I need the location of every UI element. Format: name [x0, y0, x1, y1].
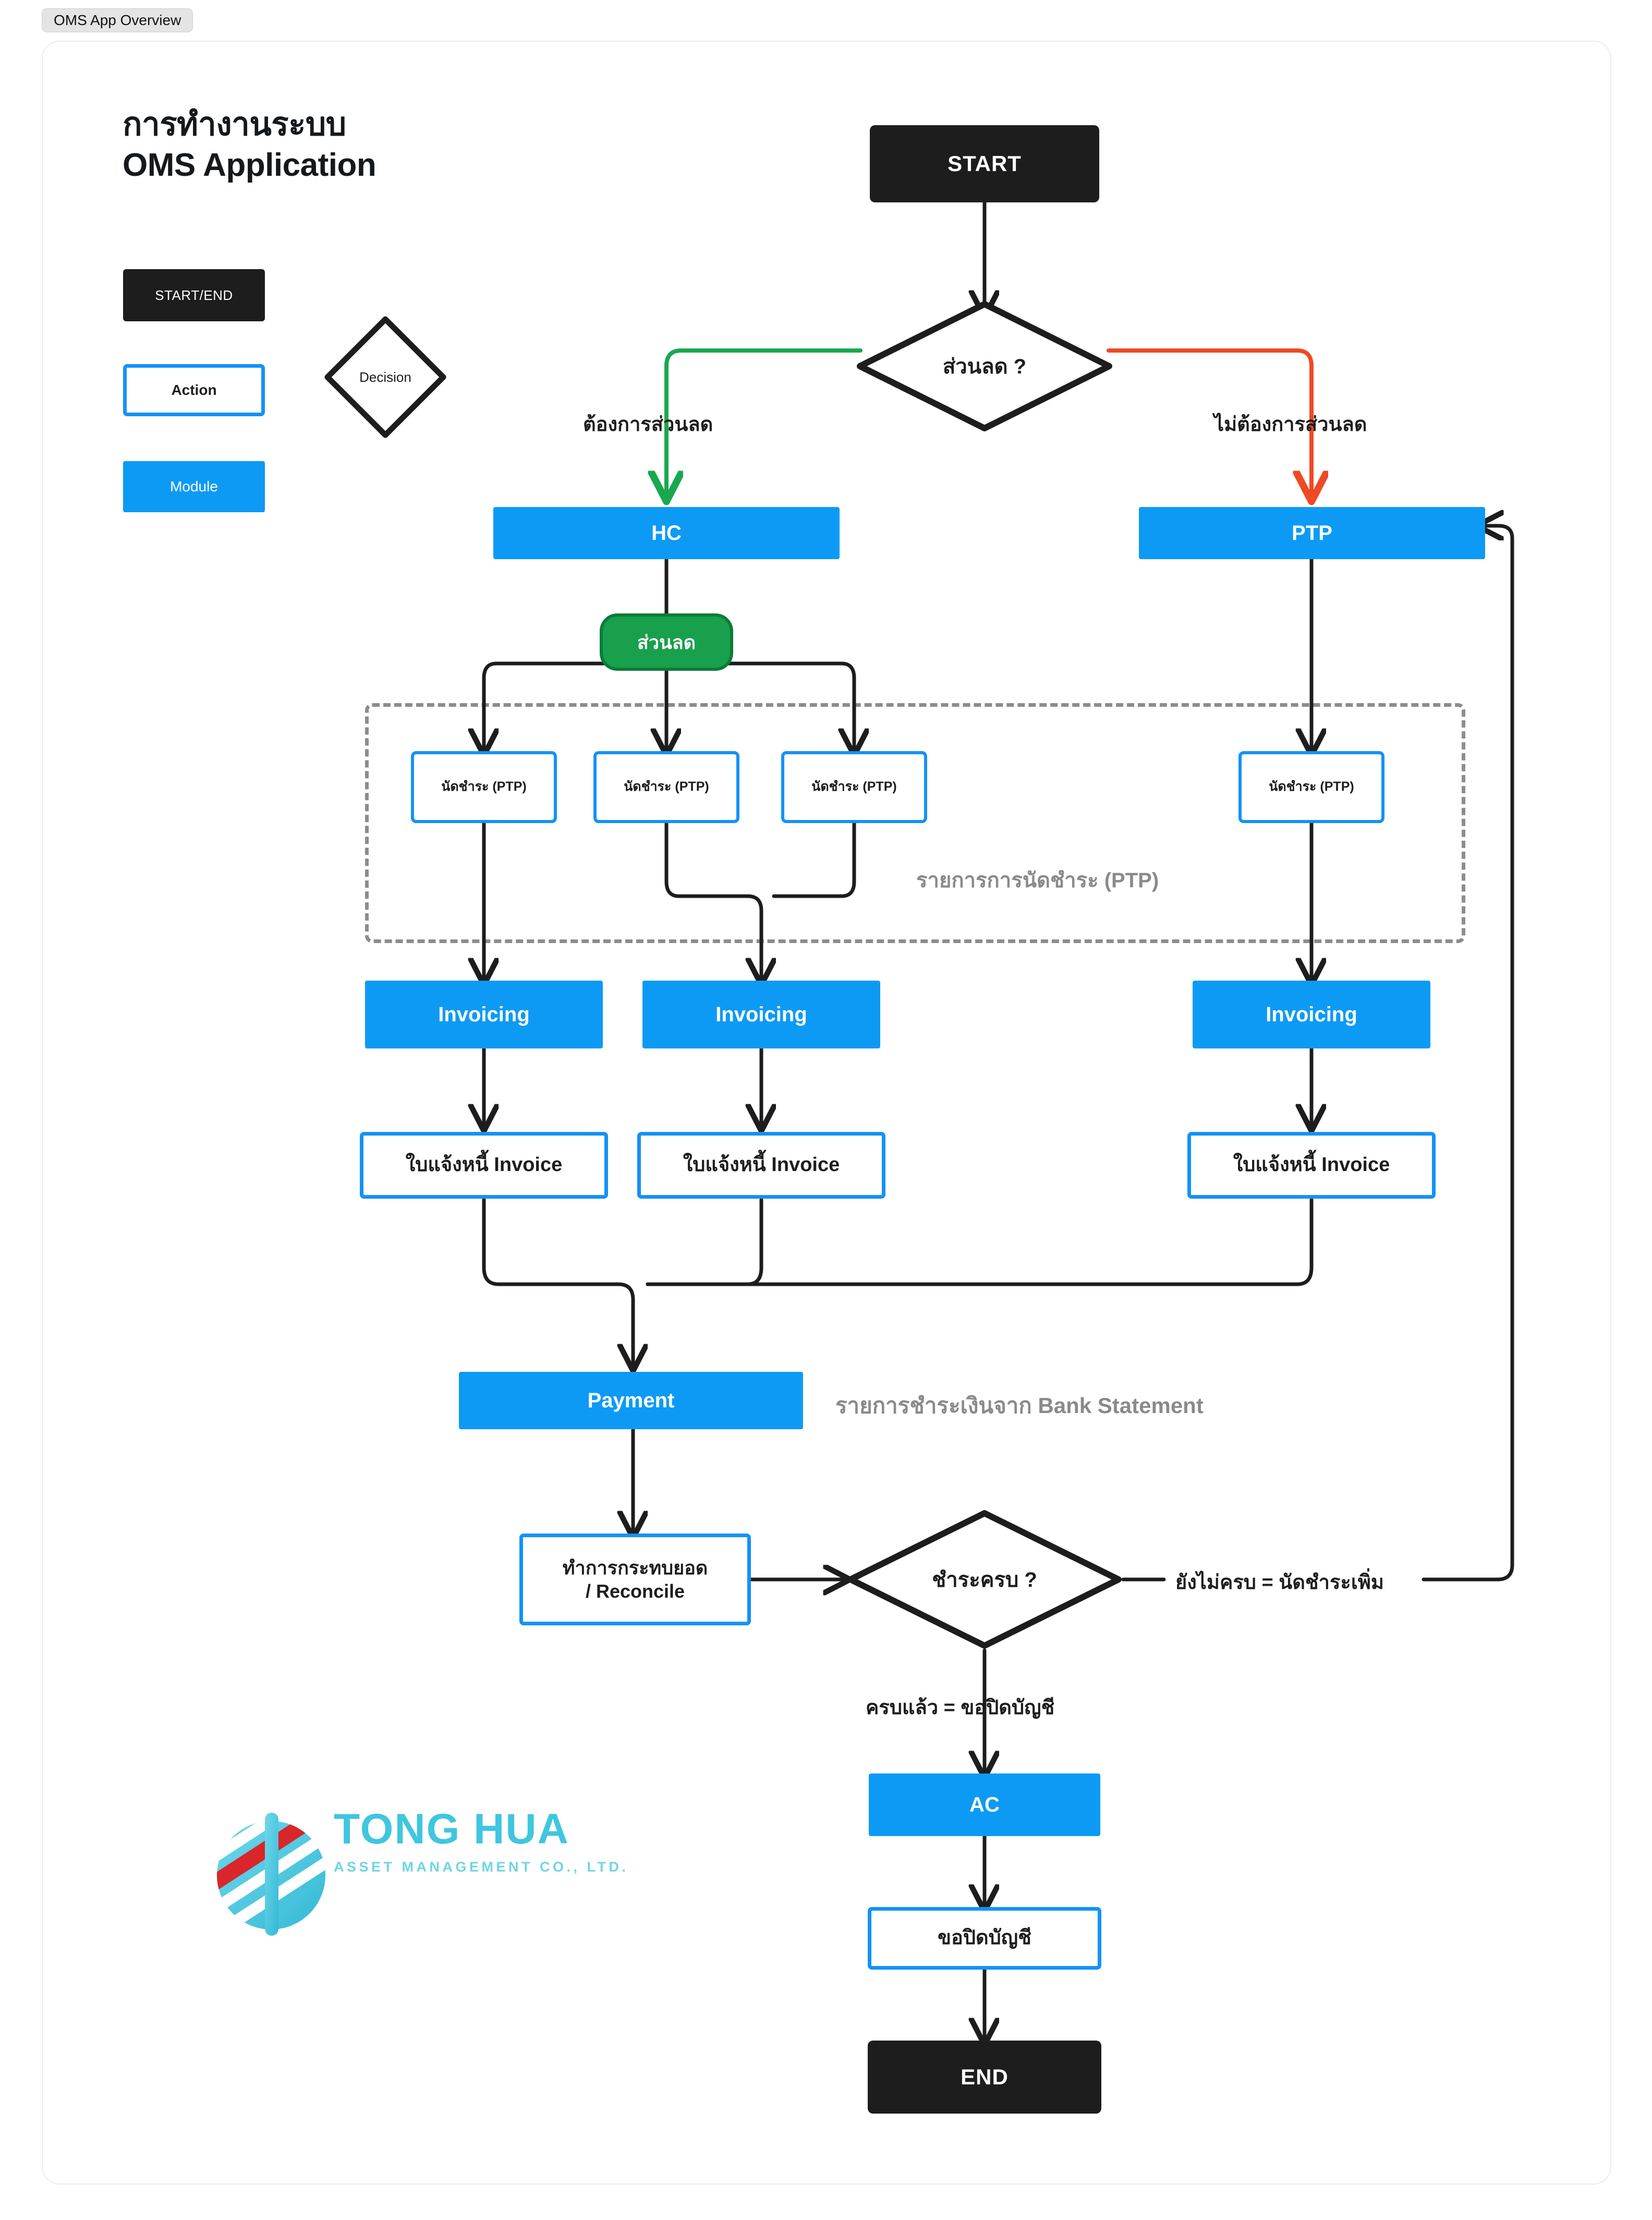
edge-label-no-discount: ไม่ต้องการส่วนลด — [1214, 414, 1367, 436]
node-module-invoicing-3-label: Invoicing — [1266, 1003, 1357, 1026]
company-name: TONG HUA — [334, 1805, 569, 1853]
node-reconcile[interactable]: ทำการกระทบยอด / Reconcile — [519, 1534, 751, 1625]
page-title-line2: OMS Application — [123, 147, 376, 183]
node-start[interactable]: START — [870, 125, 1099, 202]
node-start-label: START — [948, 151, 1022, 176]
node-end[interactable]: END — [868, 2041, 1101, 2114]
ptp-list-group-label: รายการการนัดชำระ (PTP) — [916, 869, 1159, 892]
edge-label-want-discount: ต้องการส่วนลด — [583, 414, 713, 436]
node-ptp-item-2[interactable]: นัดชำระ (PTP) — [593, 751, 739, 823]
node-ptp-item-4-label: นัดชำระ (PTP) — [1269, 779, 1354, 794]
node-discount-pill-label: ส่วนลด — [637, 631, 696, 653]
node-ptp-item-3-label: นัดชำระ (PTP) — [811, 779, 897, 794]
ptp-list-group — [365, 703, 1465, 943]
node-reconcile-line1: ทำการกระทบยอด — [562, 1557, 708, 1578]
node-invoice-doc-1-label: ใบแจ้งหนี้ Invoice — [405, 1154, 563, 1176]
company-logo-text: TONG HUA ASSET MANAGEMENT CO., LTD. — [334, 1808, 629, 1875]
tonghua-mark-icon — [217, 1813, 325, 1936]
node-ptp-item-1[interactable]: นัดชำระ (PTP) — [411, 751, 557, 823]
node-module-invoicing-2-label: Invoicing — [715, 1003, 807, 1026]
node-module-ac[interactable]: AC — [869, 1773, 1100, 1836]
node-reconcile-line2: / Reconcile — [585, 1580, 685, 1602]
node-discount-pill[interactable]: ส่วนลด — [600, 613, 733, 671]
node-invoice-doc-2-label: ใบแจ้งหนี้ Invoice — [683, 1154, 840, 1176]
legend-decision: Decision — [320, 312, 451, 442]
node-module-ptp[interactable]: PTP — [1139, 507, 1485, 559]
node-module-invoicing-1[interactable]: Invoicing — [365, 981, 603, 1048]
edge-label-complete: ครบแล้ว = ขอปิดบัญชี — [866, 1697, 1055, 1719]
node-module-invoicing-1-label: Invoicing — [438, 1003, 530, 1026]
node-module-hc[interactable]: HC — [493, 507, 840, 559]
legend-action-label: Action — [171, 382, 217, 398]
browser-tab-label: OMS App Overview — [54, 12, 181, 28]
legend-module: Module — [123, 461, 265, 512]
node-module-payment-label: Payment — [587, 1389, 675, 1412]
node-decision-discount-label: ส่วนลด ? — [942, 355, 1027, 378]
node-decision-discount[interactable]: ส่วนลด ? — [855, 299, 1114, 433]
node-close-account[interactable]: ขอปิดบัญชี — [868, 1907, 1101, 1970]
legend-decision-label: Decision — [359, 369, 411, 385]
page-title: การทำงานระบบ OMS Application — [123, 104, 376, 185]
page-title-line1: การทำงานระบบ — [123, 106, 346, 142]
legend-start-end-label: START/END — [155, 287, 233, 303]
node-invoice-doc-1[interactable]: ใบแจ้งหนี้ Invoice — [360, 1132, 608, 1199]
node-module-ac-label: AC — [969, 1793, 1000, 1816]
edge-label-not-complete: ยังไม่ครบ = นัดชำระเพิ่ม — [1175, 1572, 1384, 1594]
node-invoice-doc-3[interactable]: ใบแจ้งหนี้ Invoice — [1187, 1132, 1436, 1199]
node-decision-paid[interactable]: ชำระครบ ? — [846, 1509, 1123, 1650]
node-module-ptp-label: PTP — [1292, 522, 1332, 545]
legend-start-end: START/END — [123, 269, 265, 321]
node-decision-paid-label: ชำระครบ ? — [932, 1569, 1037, 1591]
node-ptp-item-4[interactable]: นัดชำระ (PTP) — [1238, 751, 1384, 823]
legend-action: Action — [123, 364, 265, 416]
node-ptp-item-1-label: นัดชำระ (PTP) — [441, 779, 527, 794]
node-module-invoicing-2[interactable]: Invoicing — [642, 981, 880, 1048]
company-subtitle: ASSET MANAGEMENT CO., LTD. — [334, 1859, 629, 1875]
node-ptp-item-3[interactable]: นัดชำระ (PTP) — [781, 751, 927, 823]
node-invoice-doc-3-label: ใบแจ้งหนี้ Invoice — [1233, 1154, 1390, 1176]
node-close-account-label: ขอปิดบัญชี — [938, 1927, 1031, 1949]
node-module-payment[interactable]: Payment — [459, 1372, 803, 1429]
legend-module-label: Module — [170, 478, 218, 494]
bank-statement-note: รายการชำระเงินจาก Bank Statement — [835, 1393, 1204, 1418]
node-end-label: END — [961, 2064, 1009, 2089]
node-invoice-doc-2[interactable]: ใบแจ้งหนี้ Invoice — [637, 1132, 885, 1199]
node-module-invoicing-3[interactable]: Invoicing — [1193, 981, 1430, 1048]
node-module-hc-label: HC — [651, 522, 682, 545]
node-ptp-item-2-label: นัดชำระ (PTP) — [624, 779, 709, 794]
browser-tab[interactable]: OMS App Overview — [42, 8, 193, 32]
